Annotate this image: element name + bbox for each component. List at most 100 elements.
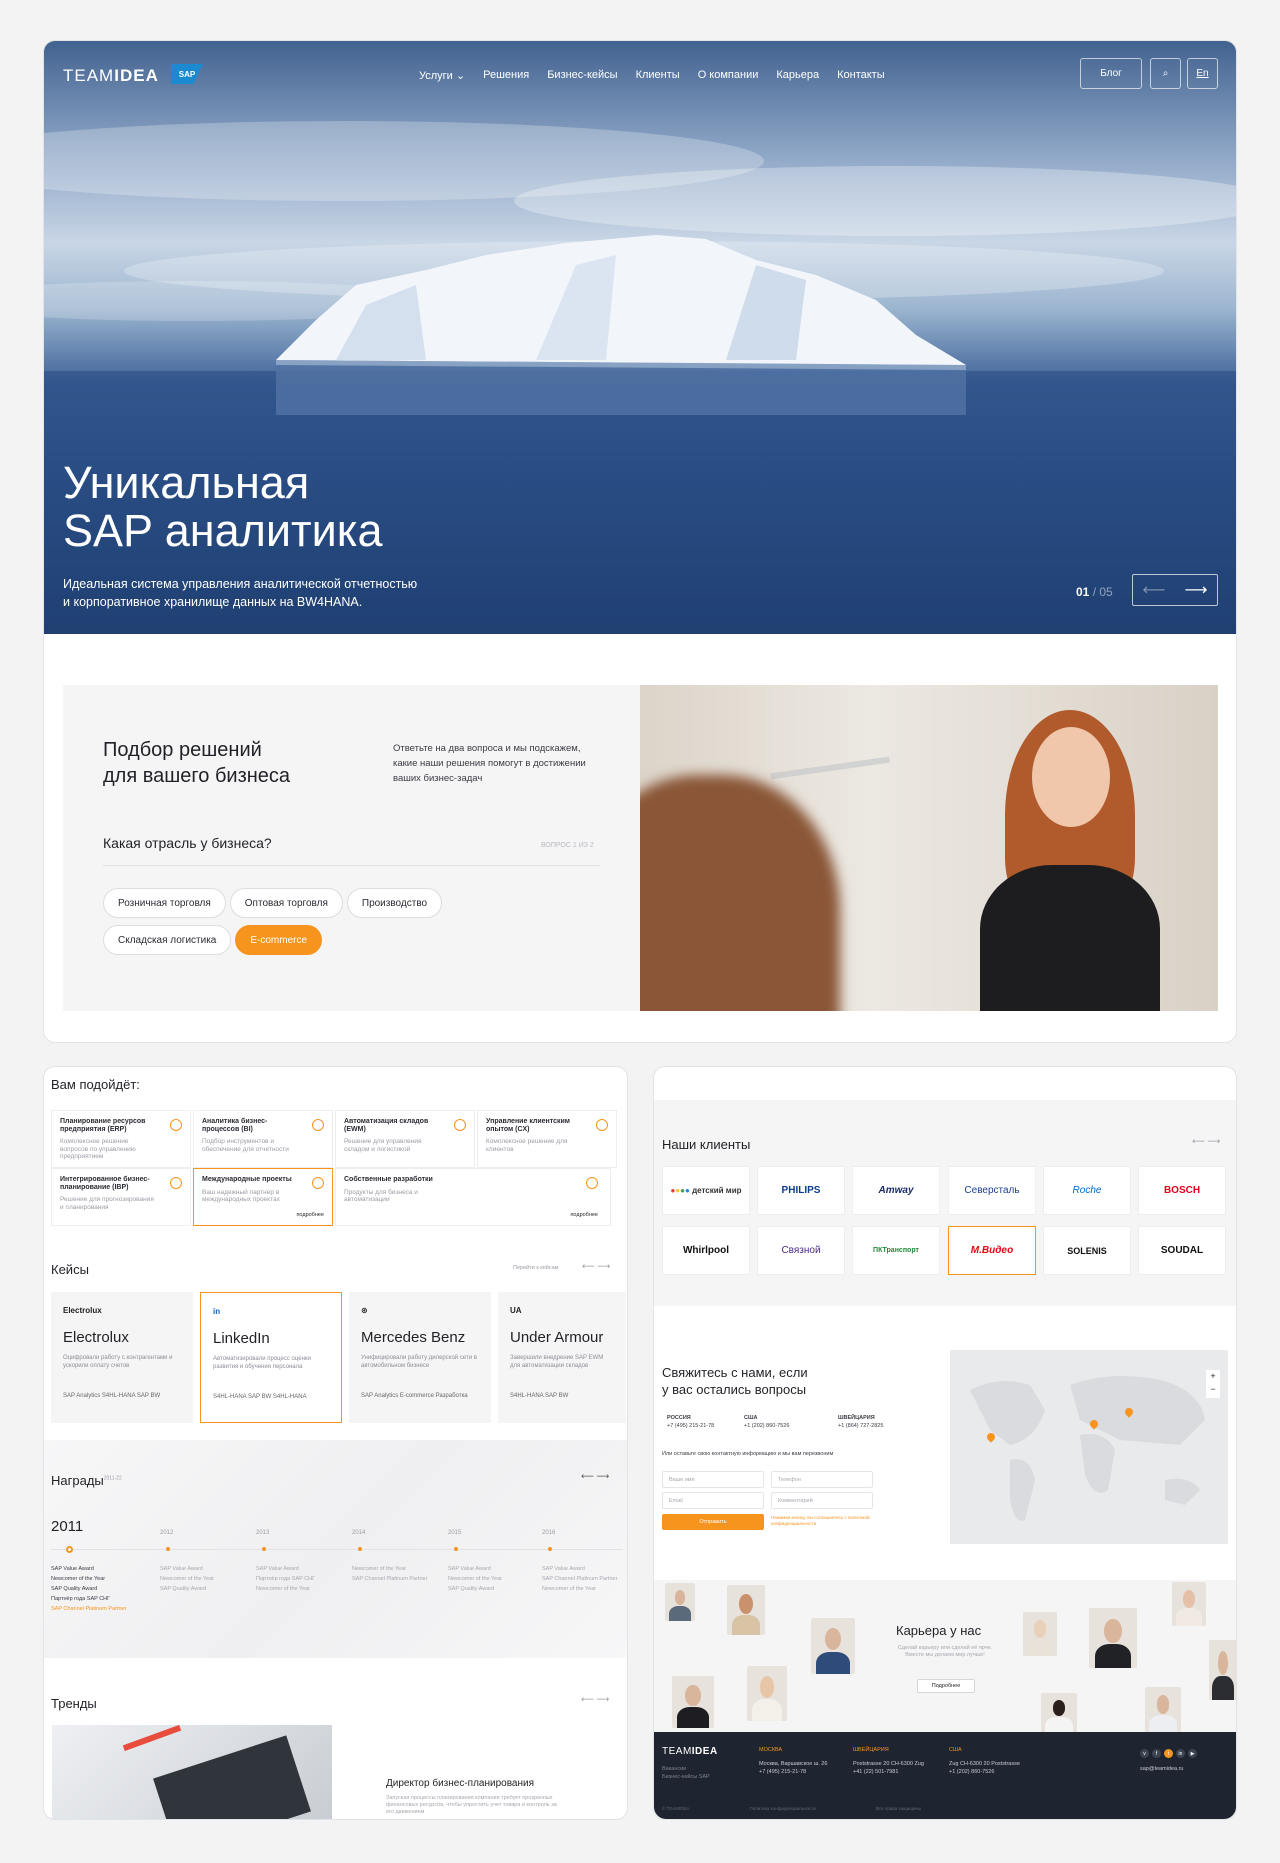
- footer-link[interactable]: Вакансии: [662, 1765, 710, 1773]
- employee-photo: [811, 1618, 855, 1674]
- service-card[interactable]: Управление клиентским опытом (CX) Комплек…: [477, 1110, 617, 1168]
- case-tags: S4HL-HANA SAP BW: [510, 1393, 569, 1399]
- youtube-icon[interactable]: ▶: [1188, 1749, 1197, 1758]
- trend-image[interactable]: [52, 1725, 332, 1819]
- consent-note[interactable]: Нажимая кнопку, вы соглашаетесь с полити…: [771, 1515, 871, 1527]
- zoom-in-button[interactable]: +: [1206, 1370, 1220, 1383]
- logo[interactable]: TEAMIDEA: [63, 66, 159, 86]
- service-card[interactable]: Интегрированное бизнес-планирование (IBP…: [51, 1168, 191, 1226]
- menu-item-solutions[interactable]: Решения: [483, 69, 529, 82]
- timeline-dot-active[interactable]: [66, 1546, 73, 1553]
- consultant-photo: [640, 685, 1218, 1011]
- option-ecommerce[interactable]: E-commerce: [235, 925, 323, 955]
- rights-text: Все права защищены: [875, 1806, 922, 1811]
- option-manufacturing[interactable]: Производство: [346, 888, 443, 918]
- trend-article-title[interactable]: Директор бизнес-планирования: [386, 1778, 534, 1789]
- all-cases-link[interactable]: Перейти к кейсам: [513, 1265, 558, 1271]
- twitter-icon[interactable]: t: [1164, 1749, 1173, 1758]
- award-year[interactable]: 2014: [352, 1530, 365, 1536]
- more-link[interactable]: подробнее: [296, 1212, 324, 1220]
- employee-photo: [727, 1585, 765, 1635]
- vk-icon[interactable]: v: [1140, 1749, 1149, 1758]
- client-logo[interactable]: BOSCH: [1138, 1166, 1226, 1215]
- service-card[interactable]: Планирование ресурсов предприятия (ERP) К…: [51, 1110, 191, 1168]
- client-logo[interactable]: Roche: [1043, 1166, 1131, 1215]
- linkedin-logo: in: [213, 1307, 221, 1316]
- map-zoom[interactable]: + −: [1206, 1370, 1220, 1398]
- bi-icon: [312, 1119, 324, 1131]
- case-desc: Унифицировали работу дилерской сети в ав…: [361, 1355, 477, 1369]
- client-logo[interactable]: PHILIPS: [757, 1166, 845, 1215]
- timeline-dot[interactable]: [548, 1547, 552, 1551]
- client-logo[interactable]: М.Видео: [948, 1226, 1036, 1275]
- cases-arrows[interactable]: ⟵ ⟶: [582, 1261, 610, 1272]
- option-logistics[interactable]: Складская логистика: [103, 925, 232, 955]
- awards-arrows[interactable]: ⟵ ⟶: [581, 1471, 609, 1482]
- client-logo[interactable]: SOLENIS: [1043, 1226, 1131, 1275]
- menu-item-about[interactable]: О компании: [698, 69, 759, 82]
- dev-icon: [586, 1177, 598, 1189]
- client-logo[interactable]: Северсталь: [948, 1166, 1036, 1215]
- footer-logo[interactable]: TEAMIDEA: [662, 1746, 718, 1757]
- privacy-link[interactable]: Политика конфиденциальности: [750, 1806, 816, 1811]
- timeline-dot[interactable]: [454, 1547, 458, 1551]
- service-card[interactable]: Международные проекты Ваш надежный партне…: [193, 1168, 333, 1226]
- clients-title: Наши клиенты: [662, 1137, 751, 1152]
- service-card[interactable]: Собственные разработки Продукты для бизне…: [335, 1168, 611, 1226]
- submit-button[interactable]: Отправить: [662, 1514, 764, 1530]
- comment-field[interactable]: Комментарий: [771, 1492, 873, 1509]
- menu-item-clients[interactable]: Клиенты: [636, 69, 680, 82]
- timeline-dot[interactable]: [166, 1547, 170, 1551]
- arrow-left-icon: ⟵: [1142, 582, 1166, 599]
- timeline: [51, 1549, 623, 1550]
- client-logo[interactable]: Amway: [852, 1166, 940, 1215]
- case-card[interactable]: in LinkedIn Автоматизировали процесс оценк…: [200, 1292, 342, 1423]
- client-logo[interactable]: Whirlpool: [662, 1226, 750, 1275]
- client-logo[interactable]: ПКТранспорт: [852, 1226, 940, 1275]
- footer-email[interactable]: sap@teamidea.ru: [1140, 1766, 1184, 1772]
- blog-button[interactable]: Блог: [1080, 58, 1142, 89]
- menu-item-career[interactable]: Карьера: [776, 69, 819, 82]
- menu-item-cases[interactable]: Бизнес-кейсы: [547, 69, 617, 82]
- offices-map[interactable]: + −: [950, 1350, 1228, 1544]
- name-field[interactable]: Ваше имя: [662, 1471, 764, 1488]
- case-card[interactable]: UA Under Armour Завершили внедрение SAP EW…: [498, 1292, 626, 1423]
- email-field[interactable]: Email: [662, 1492, 764, 1509]
- service-card[interactable]: Аналитика бизнес-процессов (BI) Подбор ин…: [193, 1110, 333, 1168]
- client-logo[interactable]: SOUDAL: [1138, 1226, 1226, 1275]
- employee-photo: [1172, 1582, 1206, 1626]
- trends-arrows[interactable]: ⟵ ⟶: [581, 1694, 609, 1705]
- office-switzerland: ШВЕЙЦАРИЯ +1 (864) 727-2825: [838, 1415, 884, 1429]
- service-card[interactable]: Автоматизация складов (EWM) Решение для у…: [335, 1110, 475, 1168]
- menu-item-services[interactable]: Услуги ⌄: [419, 69, 465, 82]
- prev-slide-button[interactable]: ⟵: [1133, 575, 1175, 605]
- hero-section: TEAMIDEA SAP Услуги ⌄ Решения Бизнес-кей…: [43, 40, 1237, 634]
- option-retail[interactable]: Розничная торговля: [103, 888, 226, 918]
- search-button[interactable]: ⌕: [1150, 58, 1181, 89]
- case-card[interactable]: ⊛ Mercedes Benz Унифицировали работу дилер…: [349, 1292, 491, 1423]
- case-card[interactable]: Electrolux Electrolux Оцифровали работу с …: [51, 1292, 193, 1423]
- award-year[interactable]: 2016: [542, 1530, 555, 1536]
- phone-field[interactable]: Телефон: [771, 1471, 873, 1488]
- trend-article-excerpt: Запуская процессы планирования компания …: [386, 1795, 557, 1815]
- under-armour-logo: UA: [510, 1306, 522, 1315]
- zoom-out-button[interactable]: −: [1206, 1383, 1220, 1396]
- facebook-icon[interactable]: f: [1152, 1749, 1161, 1758]
- timeline-dot[interactable]: [358, 1547, 362, 1551]
- divider: [103, 865, 600, 866]
- timeline-dot[interactable]: [262, 1547, 266, 1551]
- menu-item-contacts[interactable]: Контакты: [837, 69, 885, 82]
- footer-link[interactable]: Бизнес-кейсы SAP: [662, 1773, 710, 1781]
- award-year[interactable]: 2015: [448, 1530, 461, 1536]
- language-switch[interactable]: En: [1187, 58, 1218, 89]
- linkedin-icon[interactable]: in: [1176, 1749, 1185, 1758]
- next-slide-button[interactable]: ⟶: [1175, 575, 1217, 605]
- award-year[interactable]: 2013: [256, 1530, 269, 1536]
- award-year[interactable]: 2012: [160, 1530, 173, 1536]
- client-logo[interactable]: Связной: [757, 1226, 845, 1275]
- clients-arrows[interactable]: ⟵ ⟶: [1192, 1136, 1220, 1147]
- career-button[interactable]: Подробнее: [917, 1679, 975, 1693]
- option-wholesale[interactable]: Оптовая торговля: [229, 888, 343, 918]
- client-logo[interactable]: ● ● ● ● детский мир: [662, 1166, 750, 1215]
- more-link[interactable]: подробнее: [570, 1212, 598, 1220]
